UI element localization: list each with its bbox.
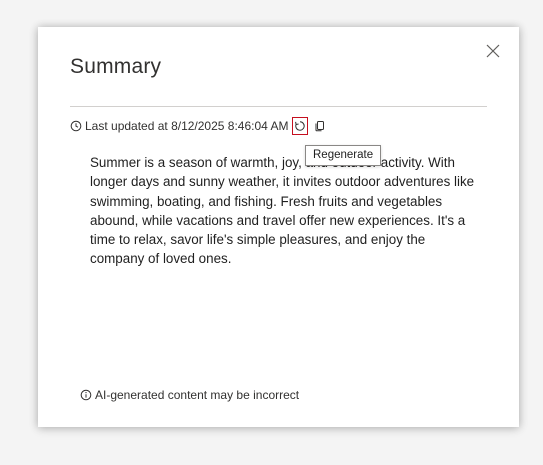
regenerate-button[interactable] bbox=[291, 117, 308, 135]
summary-text: Summer is a season of warmth, joy, and o… bbox=[90, 155, 475, 267]
ai-disclaimer-text: AI-generated content may be incorrect bbox=[95, 388, 300, 402]
last-updated-row: Last updated at 8/12/2025 8:46:04 AM bbox=[70, 117, 327, 135]
close-icon bbox=[486, 44, 500, 58]
title-divider bbox=[70, 106, 487, 107]
close-button[interactable] bbox=[485, 43, 501, 59]
copy-icon bbox=[315, 121, 324, 132]
dialog-title: Summary bbox=[70, 55, 162, 78]
ai-disclaimer: AI-generated content may be incorrect bbox=[80, 388, 299, 402]
last-updated-text: Last updated at 8/12/2025 8:46:04 AM bbox=[85, 119, 289, 133]
summary-dialog: Summary Last updated at 8/12/2025 8:46:0… bbox=[38, 27, 519, 427]
page-backdrop: Summary Last updated at 8/12/2025 8:46:0… bbox=[0, 0, 543, 465]
clock-icon bbox=[70, 120, 82, 132]
refresh-icon bbox=[294, 121, 305, 131]
regenerate-tooltip: Regenerate bbox=[305, 145, 382, 166]
copy-button[interactable] bbox=[313, 117, 327, 135]
info-icon bbox=[80, 389, 92, 401]
